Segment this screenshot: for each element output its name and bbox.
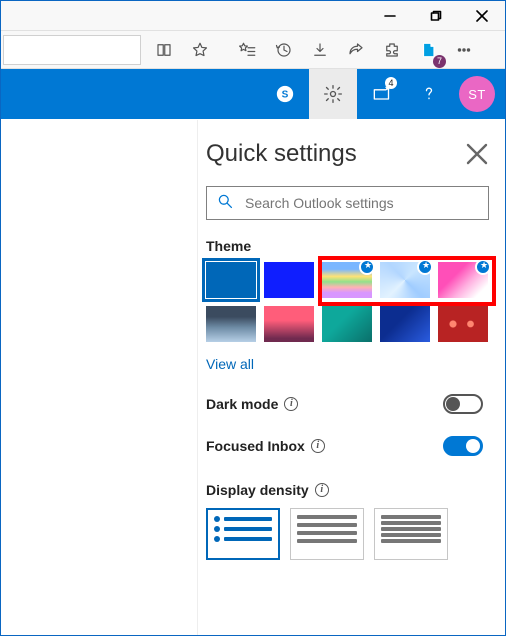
theme-swatch[interactable] [322, 262, 372, 298]
notes-icon[interactable]: 7 [411, 33, 445, 67]
theme-swatch[interactable] [438, 306, 488, 342]
theme-swatch[interactable] [380, 262, 430, 298]
density-label: Display density i [206, 482, 329, 498]
theme-label: Theme [206, 238, 497, 254]
theme-swatch[interactable] [322, 306, 372, 342]
svg-text:S: S [282, 89, 289, 100]
skype-button[interactable]: S [261, 69, 309, 119]
downloads-icon[interactable] [303, 33, 337, 67]
theme-swatch[interactable] [264, 262, 314, 298]
settings-search[interactable] [206, 186, 489, 220]
focused-inbox-label: Focused Inbox i [206, 438, 325, 454]
window-minimize-button[interactable] [367, 1, 413, 31]
browser-toolbar: 7 [1, 31, 505, 69]
view-all-themes-link[interactable]: View all [206, 356, 497, 372]
search-icon [217, 193, 233, 214]
browser-window: 7 S 4 ST Quick settings [0, 0, 506, 636]
quick-settings-panel: Quick settings Theme View all [197, 120, 497, 635]
extensions-icon[interactable] [375, 33, 409, 67]
info-icon[interactable]: i [284, 397, 298, 411]
search-input[interactable] [243, 194, 478, 212]
density-options [206, 508, 497, 560]
history-icon[interactable] [267, 33, 301, 67]
favorite-star-icon[interactable] [183, 33, 217, 67]
premium-star-icon [475, 259, 491, 275]
user-avatar[interactable]: ST [459, 76, 495, 112]
app-header: S 4 ST [1, 69, 505, 119]
premium-star-icon [359, 259, 375, 275]
focused-inbox-toggle[interactable] [443, 436, 483, 456]
settings-button[interactable] [309, 69, 357, 119]
help-button[interactable] [405, 69, 453, 119]
address-bar[interactable] [3, 35, 141, 65]
theme-swatch[interactable] [264, 306, 314, 342]
theme-swatch[interactable] [438, 262, 488, 298]
window-titlebar [1, 1, 505, 31]
feedback-badge: 4 [385, 77, 397, 89]
density-option[interactable] [206, 508, 280, 560]
window-restore-button[interactable] [413, 1, 459, 31]
more-menu-icon[interactable] [447, 33, 481, 67]
panel-title: Quick settings [206, 140, 357, 168]
density-option[interactable] [374, 508, 448, 560]
share-icon[interactable] [339, 33, 373, 67]
window-close-button[interactable] [459, 1, 505, 31]
avatar-initials: ST [468, 87, 486, 102]
info-icon[interactable]: i [311, 439, 325, 453]
theme-swatch[interactable] [206, 306, 256, 342]
dark-mode-toggle[interactable] [443, 394, 483, 414]
reading-view-icon[interactable] [147, 33, 181, 67]
theme-grid [206, 262, 489, 342]
density-option[interactable] [290, 508, 364, 560]
theme-swatch[interactable] [380, 306, 430, 342]
theme-swatch[interactable] [206, 262, 256, 298]
close-panel-button[interactable] [465, 142, 489, 166]
premium-star-icon [417, 259, 433, 275]
info-icon[interactable]: i [315, 483, 329, 497]
content-area: Quick settings Theme View all [1, 120, 505, 635]
favorites-list-icon[interactable] [231, 33, 265, 67]
mail-area [1, 120, 187, 635]
feedback-button[interactable]: 4 [357, 69, 405, 119]
dark-mode-label: Dark mode i [206, 396, 298, 412]
notes-badge: 7 [433, 55, 446, 68]
